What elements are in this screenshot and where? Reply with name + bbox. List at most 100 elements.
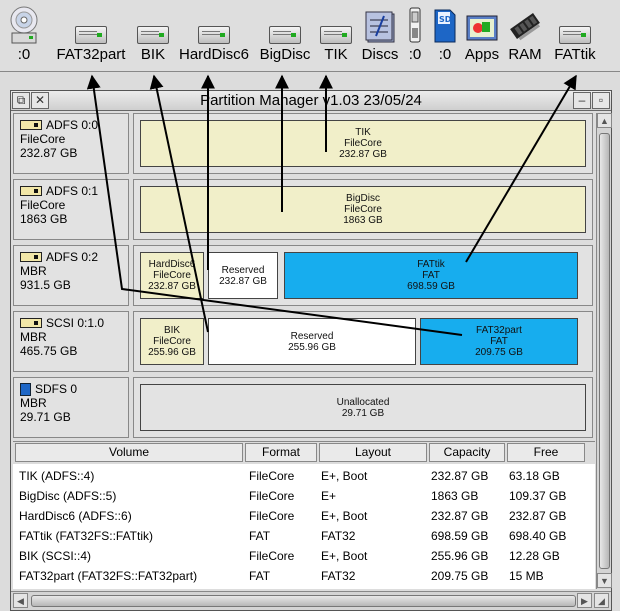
partition-size: 232.87 GB: [219, 276, 267, 287]
cell-format: FileCore: [249, 509, 295, 523]
cell-volume: TIK (ADFS::4): [19, 469, 95, 483]
table-row[interactable]: HardDisc6 (ADFS::6) FileCore E+, Boot 23…: [13, 506, 595, 526]
partition-layout: TIK FileCore 232.87 GB: [133, 113, 593, 174]
drive-info[interactable]: ADFS 0:2 MBR 931.5 GB: [13, 245, 129, 306]
cell-layout: E+: [321, 489, 337, 503]
iconbar-label: RAM: [508, 46, 542, 63]
scroll-left-icon[interactable]: ◀: [13, 593, 28, 608]
drive-name: ADFS 0:1: [46, 184, 99, 198]
table-row[interactable]: FATtik (FAT32FS::FATtik) FAT FAT32 698.5…: [13, 526, 595, 546]
partition-name: TIK: [355, 127, 371, 138]
iconbar-cd-drive[interactable]: :0: [6, 6, 42, 64]
iconbar-drive-bik[interactable]: BIK: [134, 6, 172, 64]
iconbar-sd[interactable]: SD :0: [430, 6, 460, 64]
scroll-up-icon[interactable]: ▲: [597, 113, 612, 128]
iconise-icon[interactable]: –: [573, 92, 591, 109]
partition-reserved[interactable]: Reserved 255.96 GB: [208, 318, 416, 365]
hard-drive-icon: [20, 186, 42, 196]
drive-info[interactable]: SDFS 0 MBR 29.71 GB: [13, 377, 129, 438]
column-header-free[interactable]: Free: [507, 443, 585, 462]
drive-row: ADFS 0:2 MBR 931.5 GB HardDisc6 FileCore…: [13, 245, 593, 308]
drive-row: ADFS 0:0 FileCore 232.87 GB TIK FileCore…: [13, 113, 593, 176]
partition-layout: BIK FileCore 255.96 GB Reserved 255.96 G…: [133, 311, 593, 372]
partition-format: FileCore: [344, 204, 382, 215]
drive-name: ADFS 0:2: [46, 250, 99, 264]
partition-fattik[interactable]: FATtik FAT 698.59 GB: [284, 252, 578, 299]
table-row[interactable]: TIK (ADFS::4) FileCore E+, Boot 232.87 G…: [13, 466, 595, 486]
resize-icon[interactable]: ◢: [594, 593, 609, 608]
iconbar-drive-bigdisc[interactable]: BigDisc: [256, 6, 314, 64]
drive-row: SCSI 0:1.0 MBR 465.75 GB BIK FileCore 25…: [13, 311, 593, 374]
drive-info[interactable]: SCSI 0:1.0 MBR 465.75 GB: [13, 311, 129, 372]
drive-size: 1863 GB: [20, 212, 68, 226]
ram-chip-icon: [510, 13, 540, 41]
title-bar[interactable]: ⧉ ✕ Partition Manager v1.03 23/05/24 – ▫: [11, 91, 611, 111]
scroll-down-icon[interactable]: ▼: [597, 573, 612, 588]
iconbar-discs[interactable]: Discs: [358, 6, 402, 64]
partition-format: FileCore: [153, 336, 191, 347]
drive-scheme: FileCore: [20, 132, 66, 146]
partition-harddisc6[interactable]: HardDisc6 FileCore 232.87 GB: [140, 252, 204, 299]
partition-name: Reserved: [221, 265, 265, 276]
partition-name: Reserved: [290, 331, 334, 342]
vertical-scrollbar[interactable]: ▲ ▼: [596, 113, 612, 589]
table-row[interactable]: BIK (SCSI::4) FileCore E+, Boot 255.96 G…: [13, 546, 595, 566]
partition-unallocated[interactable]: Unallocated 29.71 GB: [140, 384, 586, 431]
vertical-scroll-thumb[interactable]: [599, 133, 610, 569]
toggle-size-icon[interactable]: ▫: [592, 92, 610, 109]
iconbar-usb[interactable]: :0: [404, 6, 426, 64]
iconbar-label: FATtik: [554, 46, 596, 63]
partition-name: FAT32part: [476, 325, 522, 336]
back-icon[interactable]: ⧉: [12, 92, 30, 109]
horizontal-scrollbar[interactable]: ◀ ▶ ◢: [11, 591, 611, 610]
column-header-format[interactable]: Format: [245, 443, 317, 462]
cell-volume: BIK (SCSI::4): [19, 549, 92, 563]
drive-name: SCSI 0:1.0: [46, 316, 105, 330]
partition-layout: HardDisc6 FileCore 232.87 GB Reserved 23…: [133, 245, 593, 306]
column-header-layout[interactable]: Layout: [319, 443, 427, 462]
partition-size: 698.59 GB: [407, 281, 455, 292]
cell-capacity: 1863 GB: [431, 489, 479, 503]
cell-free: 12.28 GB: [509, 549, 560, 563]
scroll-right-icon[interactable]: ▶: [577, 593, 592, 608]
cell-free: 63.18 GB: [509, 469, 560, 483]
table-row[interactable]: BigDisc (ADFS::5) FileCore E+ 1863 GB 10…: [13, 486, 595, 506]
partition-bigdisc[interactable]: BigDisc FileCore 1863 GB: [140, 186, 586, 233]
cell-capacity: 209.75 GB: [431, 569, 489, 583]
partition-reserved[interactable]: Reserved 232.87 GB: [208, 252, 278, 299]
column-header-capacity[interactable]: Capacity: [429, 443, 505, 462]
partition-tik[interactable]: TIK FileCore 232.87 GB: [140, 120, 586, 167]
hard-drive-icon: [559, 26, 591, 44]
cell-free: 698.40 GB: [509, 529, 567, 543]
sd-card-icon: [20, 382, 31, 396]
iconbar-label: Apps: [464, 46, 500, 63]
partition-manager-window: ⧉ ✕ Partition Manager v1.03 23/05/24 – ▫…: [10, 90, 612, 611]
iconbar-drive-fat32part[interactable]: FAT32part: [52, 6, 130, 64]
partition-size: 255.96 GB: [288, 342, 336, 353]
iconbar-drive-tik[interactable]: TIK: [318, 6, 354, 64]
table-row[interactable]: FAT32part (FAT32FS::FAT32part) FAT FAT32…: [13, 566, 595, 586]
cell-layout: FAT32: [321, 569, 356, 583]
iconbar-drive-harddisc6[interactable]: HardDisc6: [176, 6, 252, 64]
iconbar-label: :0: [17, 46, 31, 63]
cell-capacity: 232.87 GB: [431, 469, 489, 483]
hard-drive-icon: [269, 26, 301, 44]
drive-info[interactable]: ADFS 0:1 FileCore 1863 GB: [13, 179, 129, 240]
iconbar-label: :0: [438, 46, 452, 63]
close-icon[interactable]: ✕: [31, 92, 49, 109]
partition-bik[interactable]: BIK FileCore 255.96 GB: [140, 318, 204, 365]
partition-size: 255.96 GB: [148, 347, 196, 358]
usb-stick-icon: [409, 7, 421, 43]
drive-size: 232.87 GB: [20, 146, 78, 160]
column-header-volume[interactable]: Volume: [15, 443, 243, 462]
partition-fat32part[interactable]: FAT32part FAT 209.75 GB: [420, 318, 578, 365]
iconbar-apps[interactable]: Apps: [462, 6, 502, 64]
hard-drive-icon: [20, 318, 42, 328]
partition-name: Unallocated: [336, 397, 390, 408]
drive-info[interactable]: ADFS 0:0 FileCore 232.87 GB: [13, 113, 129, 174]
iconbar-drive-fattik[interactable]: FATtik: [550, 6, 600, 64]
iconbar-ram[interactable]: RAM: [504, 6, 546, 64]
cell-volume: BigDisc (ADFS::5): [19, 489, 117, 503]
horizontal-scroll-thumb[interactable]: [31, 595, 576, 607]
drive-scheme: MBR: [20, 330, 47, 344]
